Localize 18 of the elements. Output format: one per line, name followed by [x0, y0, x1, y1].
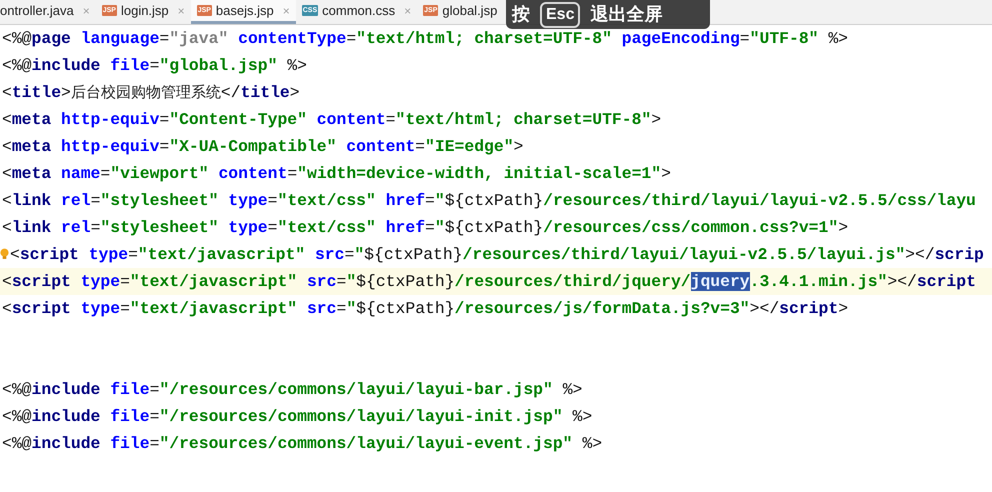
- lightbulb-icon[interactable]: [0, 248, 9, 260]
- code-line: <link rel="stylesheet" type="text/css" href="${ctxPath}/resources/third/layui/layui-v2.5.5/css/layu: [1, 190, 977, 212]
- code-line: <script type="text/javascript" src="${ctxPath}/resources/third/layui/layui-v2.5.5/layui.js"></scrip: [10, 244, 985, 266]
- hint-text: 按: [512, 3, 530, 26]
- hint-text: 退出全屏: [590, 3, 662, 26]
- code-line: <%@include file="/resources/commons/layui/layui-bar.jsp" %>: [1, 379, 584, 401]
- code-line: <%@page language="java" contentType="text/html; charset=UTF-8" pageEncoding="UTF-8" %>: [1, 28, 850, 50]
- editor-tab[interactable]: ontroller.java ×: [0, 0, 96, 24]
- code-line: <meta http-equiv="Content-Type" content="text/html; charset=UTF-8">: [1, 109, 662, 131]
- code-line: <%@include file="global.jsp" %>: [1, 55, 308, 77]
- code-line: <%@include file="/resources/commons/layui/layui-event.jsp" %>: [1, 433, 604, 455]
- key-cap: Esc: [540, 2, 580, 28]
- code-line: <meta http-equiv="X-UA-Compatible" content="IE=edge">: [1, 136, 524, 158]
- code-line: <meta name="viewport" content="width=device-width, initial-scale=1">: [1, 163, 672, 185]
- code-line: <title>后台校园购物管理系统</title>: [1, 82, 301, 104]
- code-line: <%@include file="/resources/commons/layui/layui-init.jsp" %>: [1, 406, 594, 428]
- code-line: <script type="text/javascript" src="${ctxPath}/resources/js/formData.js?v=3"></script>: [1, 298, 850, 320]
- code-line: <link rel="stylesheet" type="text/css" href="${ctxPath}/resources/css/common.css?v=1">: [1, 217, 850, 239]
